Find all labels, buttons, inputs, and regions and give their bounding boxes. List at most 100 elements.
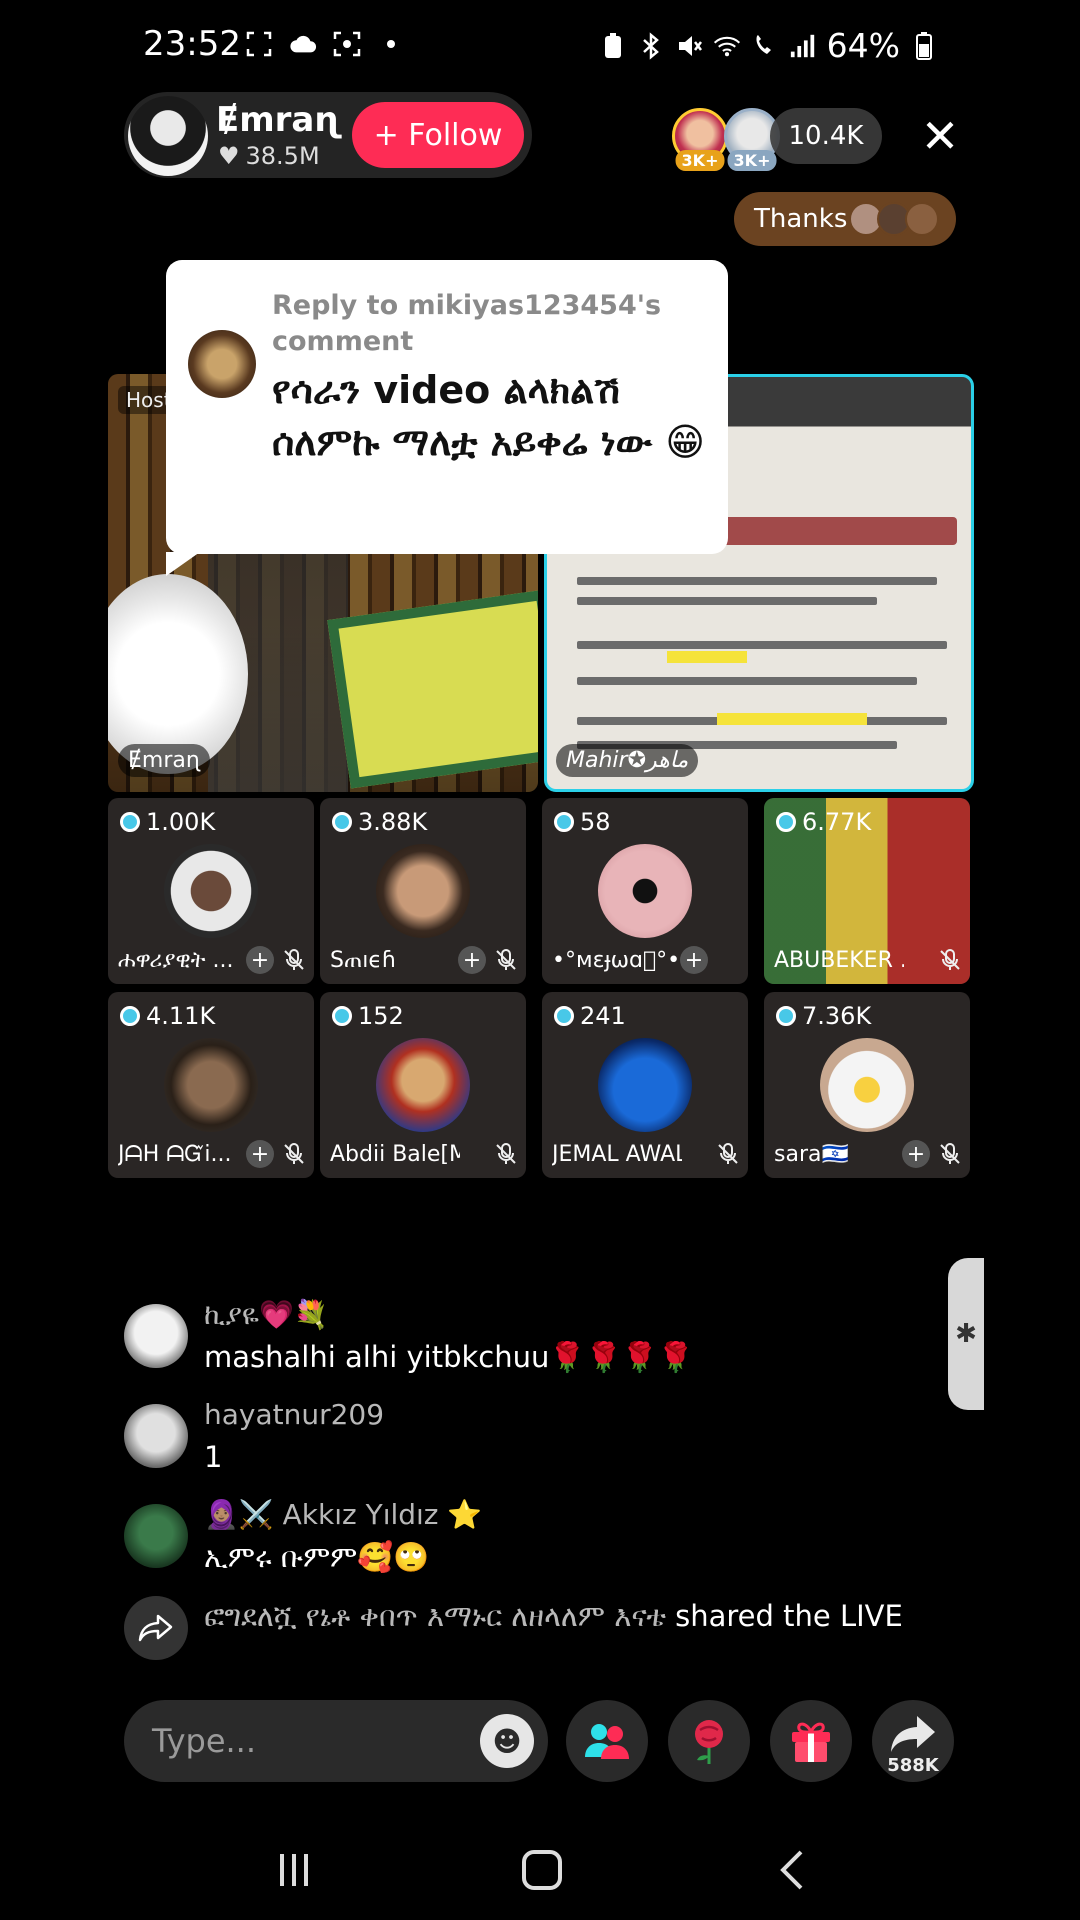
reply-to-label: Reply to mikiyas123454's comment — [272, 290, 662, 357]
guest-tile[interactable]: 3.88K Sጠıϵɦ + — [320, 798, 526, 984]
battery-saver-icon — [599, 32, 627, 60]
share-arrow-icon — [891, 1716, 935, 1752]
back-nav-icon[interactable] — [762, 1840, 822, 1900]
guest-tile[interactable]: 1.00K ሐዋሪያዊት ... + — [108, 798, 314, 984]
guest-tile[interactable]: 6.77K ABUBEKER ... — [764, 798, 970, 984]
host-likes: ♥ 38.5M — [218, 142, 320, 170]
guest-gift-value: 3.88K — [358, 808, 428, 836]
gift-badge-icon — [332, 812, 352, 832]
mute-icon — [675, 32, 703, 60]
rose-gift-button[interactable] — [668, 1700, 750, 1782]
battery-percent: 64% — [826, 26, 900, 65]
gift-badge-icon — [776, 812, 796, 832]
guest-gift-value: 4.11K — [146, 1002, 216, 1030]
guest-name[interactable]: ABUBEKER ... — [774, 948, 904, 973]
top-viewer-avatar-1[interactable]: 3K+ — [672, 108, 728, 171]
gift-badge-icon — [120, 1006, 140, 1026]
accessibility-handle-icon[interactable]: ✱ — [948, 1258, 984, 1410]
signal-icon — [789, 32, 817, 60]
multi-guest-button[interactable] — [566, 1700, 648, 1782]
mic-muted-icon — [280, 946, 308, 974]
top-viewer-badge: 3K+ — [727, 150, 777, 171]
gift-icon — [792, 1722, 830, 1762]
mic-muted-icon — [492, 946, 520, 974]
guest-tile[interactable]: 4.11K JᗩH ᗩᏳi... + — [108, 992, 314, 1178]
guest-name[interactable]: JᗩH ᗩᏳi... — [118, 1142, 248, 1167]
home-nav-icon[interactable] — [512, 1840, 572, 1900]
comment-avatar[interactable] — [124, 1304, 188, 1368]
guest-follow-plus-icon[interactable]: + — [246, 1140, 274, 1168]
reply-bubble: Reply to mikiyas123454's comment የሳራን vi… — [166, 260, 728, 576]
guests-icon — [585, 1724, 629, 1759]
gift-badge-icon — [120, 812, 140, 832]
mic-muted-icon — [492, 1140, 520, 1168]
bluetooth-icon — [637, 31, 665, 60]
guest-gift-value: 152 — [358, 1002, 404, 1030]
guest-tile[interactable]: 152 Abdii Bale[M... — [320, 992, 526, 1178]
guest-avatar[interactable] — [376, 844, 470, 938]
mic-muted-icon — [714, 1140, 742, 1168]
guest-gift-value: 58 — [580, 808, 611, 836]
mic-muted-icon — [280, 1140, 308, 1168]
guest-name[interactable]: sara🇮🇱 — [774, 1142, 904, 1167]
dot-icon — [377, 30, 405, 58]
guest-name[interactable]: ሐዋሪያዊት ... — [118, 948, 248, 973]
screenshot-icon — [245, 30, 273, 58]
recents-nav-icon[interactable] — [264, 1840, 324, 1900]
guest-name[interactable]: •°ᴍɛɟωɑ᪲°• — [552, 948, 682, 973]
guest-avatar[interactable] — [820, 1038, 914, 1132]
guest-gift-count: 1.00K — [120, 808, 215, 836]
host-name[interactable]: Ɇmraɳ — [216, 100, 341, 140]
wifi-call-icon — [751, 32, 779, 60]
comment-username[interactable]: 🧕🏽⚔️ Akkız Yıldız ⭐ — [204, 1498, 482, 1531]
guest-tile[interactable]: 241 JEMAL AWAL — [542, 992, 748, 1178]
guest-gift-count: 241 — [554, 1002, 626, 1030]
wifi-icon — [713, 32, 741, 60]
reply-avatar — [188, 330, 256, 398]
guest-name[interactable]: Abdii Bale[M... — [330, 1142, 460, 1167]
gift-button[interactable] — [770, 1700, 852, 1782]
guest-gift-value: 1.00K — [146, 808, 216, 836]
share-event-user[interactable]: ፎግደለሿ የኔቶ ቀበጥ እማኑር ለዘላለም እናቴ — [204, 1599, 666, 1633]
reply-text: የሳራን video ልላክልሽ ሰለምኩ ማለቷ አይቀሬ ነው 😁 — [272, 368, 705, 464]
cohost-video-name: Mahir✪ماهر — [556, 744, 699, 777]
gift-badge-icon — [776, 1006, 796, 1026]
guest-avatar[interactable] — [164, 844, 258, 938]
host-avatar[interactable] — [128, 96, 208, 176]
status-left-icons — [245, 30, 405, 58]
viewer-count[interactable]: 10.4K — [770, 108, 882, 164]
guest-follow-plus-icon[interactable]: + — [680, 946, 708, 974]
guest-gift-count: 4.11K — [120, 1002, 215, 1030]
comment-username[interactable]: ኪያዬ💗💐 — [204, 1298, 329, 1332]
guest-name[interactable]: JEMAL AWAL — [552, 1142, 682, 1167]
guest-tile[interactable]: 7.36K sara🇮🇱 + — [764, 992, 970, 1178]
comment-username[interactable]: hayatnur209 — [204, 1398, 384, 1431]
guest-avatar[interactable] — [164, 1038, 258, 1132]
guest-tile[interactable]: 58 •°ᴍɛɟωɑ᪲°• + — [542, 798, 748, 984]
host-video-name: Ɇmraɳ — [118, 744, 210, 777]
share-button[interactable]: 588K — [872, 1700, 954, 1782]
guest-gift-value: 7.36K — [802, 1002, 872, 1030]
guest-name[interactable]: Sጠıϵɦ — [330, 948, 460, 973]
guest-follow-plus-icon[interactable]: + — [902, 1140, 930, 1168]
comment-avatar[interactable] — [124, 1404, 188, 1468]
share-count: 588K — [887, 1755, 939, 1776]
guest-gift-count: 58 — [554, 808, 611, 836]
host-likes-count: 38.5M — [245, 142, 320, 170]
guest-follow-plus-icon[interactable]: + — [458, 946, 486, 974]
follow-button[interactable]: + Follow — [352, 102, 524, 168]
thanks-avatars — [849, 202, 940, 236]
guest-avatar[interactable] — [598, 1038, 692, 1132]
share-event-action: shared the LIVE — [675, 1599, 903, 1633]
comment-avatar[interactable] — [124, 1504, 188, 1568]
status-time: 23:52 — [143, 24, 241, 64]
gift-badge-icon — [554, 1006, 574, 1026]
status-right-icons: 64% — [599, 26, 938, 65]
guest-follow-plus-icon[interactable]: + — [246, 946, 274, 974]
close-icon[interactable]: ✕ — [912, 108, 968, 164]
thanks-pill[interactable]: Thanks — [734, 192, 956, 246]
emoji-icon[interactable]: ☻ — [480, 1714, 534, 1768]
guest-avatar[interactable] — [598, 844, 692, 938]
comment-text: 1 — [204, 1440, 223, 1474]
guest-avatar[interactable] — [376, 1038, 470, 1132]
